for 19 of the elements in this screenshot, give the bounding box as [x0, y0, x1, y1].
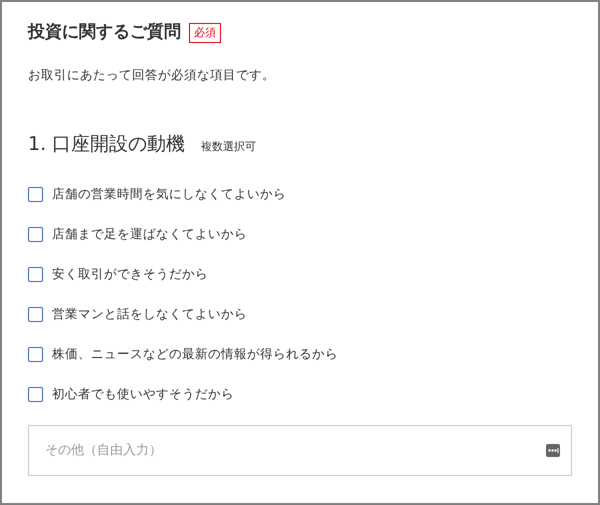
option-label[interactable]: 店舗の営業時間を気にしなくてよいから: [52, 185, 286, 204]
option-label[interactable]: 安く取引ができそうだから: [52, 265, 208, 284]
section-description: お取引にあたって回答が必須な項目です。: [28, 66, 276, 84]
question-note: 複数選択可: [201, 139, 256, 156]
required-badge: 必須: [189, 22, 221, 43]
checkbox[interactable]: [28, 307, 43, 322]
other-input-field[interactable]: その他（自由入力）: [28, 424, 572, 476]
dots-icon: [546, 444, 560, 457]
option-label[interactable]: 営業マンと話をしなくてよいから: [52, 305, 247, 324]
question-title: 1. 口座開設の動機: [28, 132, 186, 158]
checkbox[interactable]: [28, 187, 43, 202]
option-label[interactable]: 店舗まで足を運ばなくてよいから: [52, 225, 247, 244]
checkbox[interactable]: [28, 227, 43, 242]
option-label[interactable]: 株価、ニュースなどの最新の情報が得られるから: [52, 345, 338, 364]
checkbox[interactable]: [28, 347, 43, 362]
section-title: 投資に関するご質問: [28, 21, 181, 44]
option-label[interactable]: 初心者でも使いやすそうだから: [52, 385, 234, 404]
checkbox[interactable]: [28, 267, 43, 282]
checkbox[interactable]: [28, 387, 43, 402]
